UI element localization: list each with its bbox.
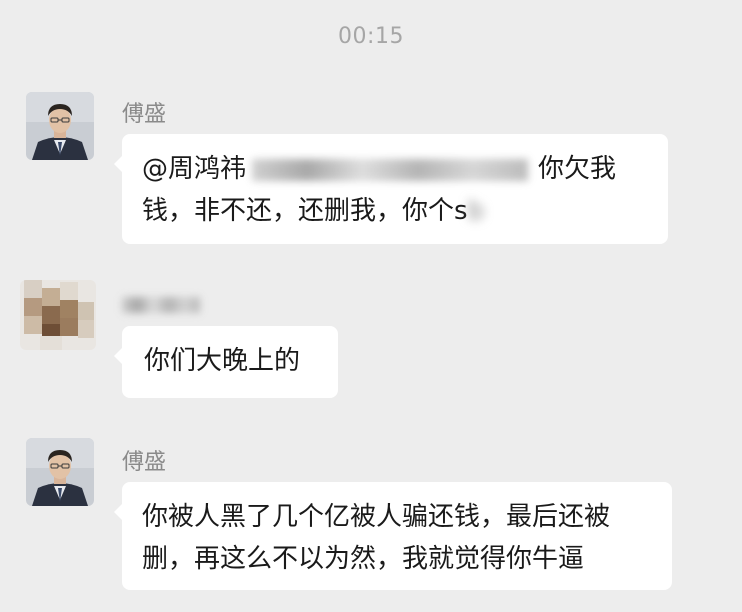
- redacted-block: [252, 158, 529, 181]
- message-line-1: @周鸿祎 你欠我: [142, 148, 648, 190]
- sender-name: 傅盛: [122, 450, 167, 475]
- message-bubble[interactable]: @周鸿祎 你欠我 钱，非不还，还删我，你个sb: [114, 134, 668, 244]
- message-line-1: 你被人黑了几个亿被人骗还钱，最后还被: [142, 502, 611, 532]
- message-line-2: 钱，非不还，还删我，你个sb: [142, 190, 648, 232]
- message-text-end: 你欠我: [538, 154, 617, 184]
- message-text: 钱，非不还，还删我，你个s: [142, 196, 468, 226]
- sender-name: 傅盛: [122, 102, 167, 127]
- message-text: 你们大晚上的: [144, 346, 301, 376]
- message-line-2: 删，再这么不以为然，我就觉得你牛逼: [142, 544, 585, 574]
- redacted-block: [122, 297, 200, 313]
- person-in-suit-avatar-icon: [26, 92, 94, 160]
- blurred-avatar-icon: [20, 280, 96, 350]
- sender-avatar[interactable]: [26, 92, 94, 160]
- redacted-text: b: [467, 196, 485, 226]
- message-bubble[interactable]: 你被人黑了几个亿被人骗还钱，最后还被 删，再这么不以为然，我就觉得你牛逼: [114, 482, 672, 590]
- person-in-suit-avatar-icon: [26, 438, 94, 506]
- sender-name-redacted: [122, 292, 200, 313]
- chat-timestamp: 00:15: [338, 24, 404, 49]
- sender-avatar[interactable]: [26, 438, 94, 506]
- mention-text[interactable]: @周鸿祎: [142, 154, 246, 184]
- message-bubble[interactable]: 你们大晚上的: [114, 326, 338, 398]
- sender-avatar[interactable]: [20, 280, 96, 350]
